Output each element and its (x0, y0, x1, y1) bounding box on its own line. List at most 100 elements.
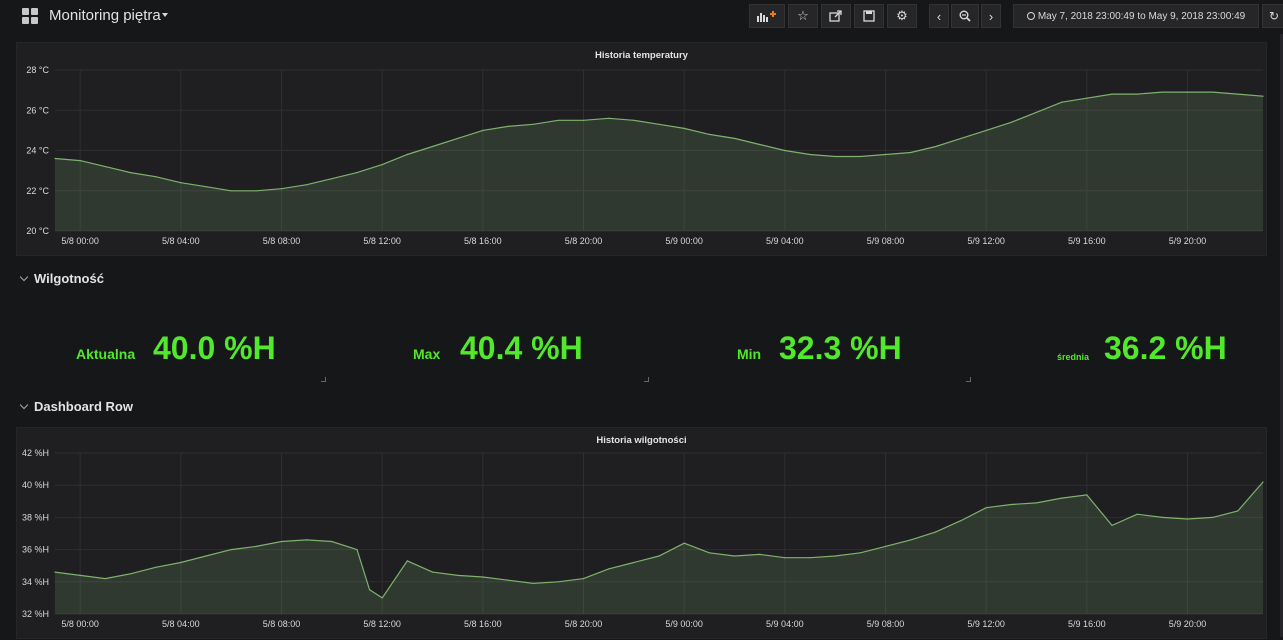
data-point (230, 190, 232, 192)
data-point (834, 555, 836, 557)
x-tick-label: 5/8 12:00 (363, 236, 401, 246)
save-button[interactable] (854, 4, 884, 28)
y-tick-label: 20 °C (26, 226, 49, 236)
temperature-panel: Historia temperatury 28 °C 26 °C 24 °C 22 °… (16, 42, 1267, 256)
dashboard-grid-icon[interactable] (22, 8, 39, 25)
data-point (759, 143, 761, 146)
data-point (784, 557, 786, 559)
data-point (381, 597, 383, 599)
resize-handle[interactable] (966, 377, 971, 382)
data-point (381, 164, 383, 166)
data-point (356, 172, 358, 174)
data-point (608, 568, 610, 570)
data-point (457, 137, 459, 139)
add-panel-button[interactable] (749, 4, 785, 28)
share-icon (829, 10, 842, 22)
time-range-picker[interactable]: May 7, 2018 23:00:49 to May 9, 2018 23:0… (1013, 4, 1259, 28)
data-point (557, 119, 559, 121)
data-point (482, 576, 484, 578)
star-button[interactable]: ☆ (788, 4, 818, 28)
temperature-chart: 28 °C 26 °C 24 °C 22 °C 20 °C 5/8 00:00 5/8 04… (26, 65, 1264, 246)
data-point (1186, 91, 1189, 93)
settings-button[interactable]: ⚙ (887, 4, 917, 28)
data-point (910, 151, 912, 154)
data-point (708, 133, 710, 135)
stat-prefix: Min (737, 346, 762, 362)
data-point (683, 542, 685, 544)
share-button[interactable] (821, 4, 851, 28)
data-point (255, 545, 257, 547)
chevron-left-icon: ‹ (936, 8, 942, 24)
time-range-label: May 7, 2018 23:00:49 to May 9, 2018 23:0… (1037, 10, 1246, 22)
data-point (1186, 518, 1189, 520)
row-title[interactable]: Dashboard Row (34, 399, 133, 414)
y-tick-label: 36 %H (22, 545, 49, 555)
dashboard-title[interactable]: Monitoring piętra (49, 7, 161, 24)
data-point (809, 153, 811, 156)
data-point (180, 561, 182, 564)
data-point (532, 123, 534, 125)
data-point (935, 145, 937, 148)
data-point (582, 578, 585, 580)
data-point (482, 129, 484, 131)
time-back-button[interactable]: ‹ (929, 4, 949, 28)
clock-icon (1026, 12, 1035, 20)
data-point (910, 539, 912, 541)
data-point (1136, 513, 1138, 515)
resize-handle[interactable] (321, 377, 326, 382)
stat-prefix: Max (413, 346, 441, 362)
zoom-out-icon (959, 10, 971, 22)
data-point (431, 145, 434, 148)
data-point (683, 127, 685, 129)
data-point (431, 571, 434, 573)
data-point (1111, 93, 1113, 95)
x-tick-label: 5/9 00:00 (665, 619, 703, 629)
stat-max: Max 40.4 %H (400, 320, 650, 382)
data-point (356, 549, 358, 551)
x-tick-label: 5/9 08:00 (867, 236, 905, 246)
data-point (129, 172, 132, 174)
data-point (859, 155, 861, 158)
zoom-out-button[interactable] (951, 4, 979, 28)
stat-average: średnia 36.2 %H (1050, 320, 1270, 382)
data-point (155, 176, 157, 178)
chevron-down-icon[interactable] (162, 13, 168, 17)
data-point (369, 589, 371, 591)
data-point (507, 579, 509, 581)
x-tick-label: 5/8 16:00 (464, 236, 502, 246)
y-tick-label: 32 %H (22, 609, 49, 619)
row-collapse-icon[interactable] (19, 400, 29, 410)
data-point (205, 555, 207, 557)
row-title[interactable]: Wilgotność (34, 271, 104, 286)
y-tick-label: 42 %H (22, 448, 49, 458)
time-forward-button[interactable]: › (981, 4, 1001, 28)
data-point (834, 155, 836, 158)
data-point (884, 545, 887, 547)
data-point (406, 560, 408, 562)
data-point (557, 581, 559, 583)
stat-value: 32.3 %H (779, 330, 902, 366)
data-point (532, 582, 534, 584)
data-point (985, 507, 987, 509)
data-point (1262, 481, 1264, 483)
save-icon (863, 10, 875, 22)
x-tick-label: 5/9 20:00 (1169, 236, 1207, 246)
y-tick-label: 40 %H (22, 480, 49, 490)
data-point (859, 552, 861, 554)
resize-handle[interactable] (644, 377, 649, 382)
x-tick-label: 5/8 04:00 (162, 236, 200, 246)
data-point (1061, 497, 1063, 499)
data-point (708, 552, 710, 554)
x-tick-label: 5/8 00:00 (61, 619, 99, 629)
data-point (1010, 121, 1012, 123)
x-tick-label: 5/8 20:00 (565, 619, 603, 629)
data-point (658, 123, 660, 125)
data-point (658, 555, 660, 557)
data-point (1212, 91, 1214, 93)
refresh-button[interactable]: ↻ (1262, 4, 1283, 28)
add-panel-icon (757, 11, 776, 22)
x-tick-label: 5/9 04:00 (766, 619, 804, 629)
x-tick-label: 5/9 04:00 (766, 236, 804, 246)
data-point (79, 160, 81, 162)
row-collapse-icon[interactable] (19, 272, 29, 282)
